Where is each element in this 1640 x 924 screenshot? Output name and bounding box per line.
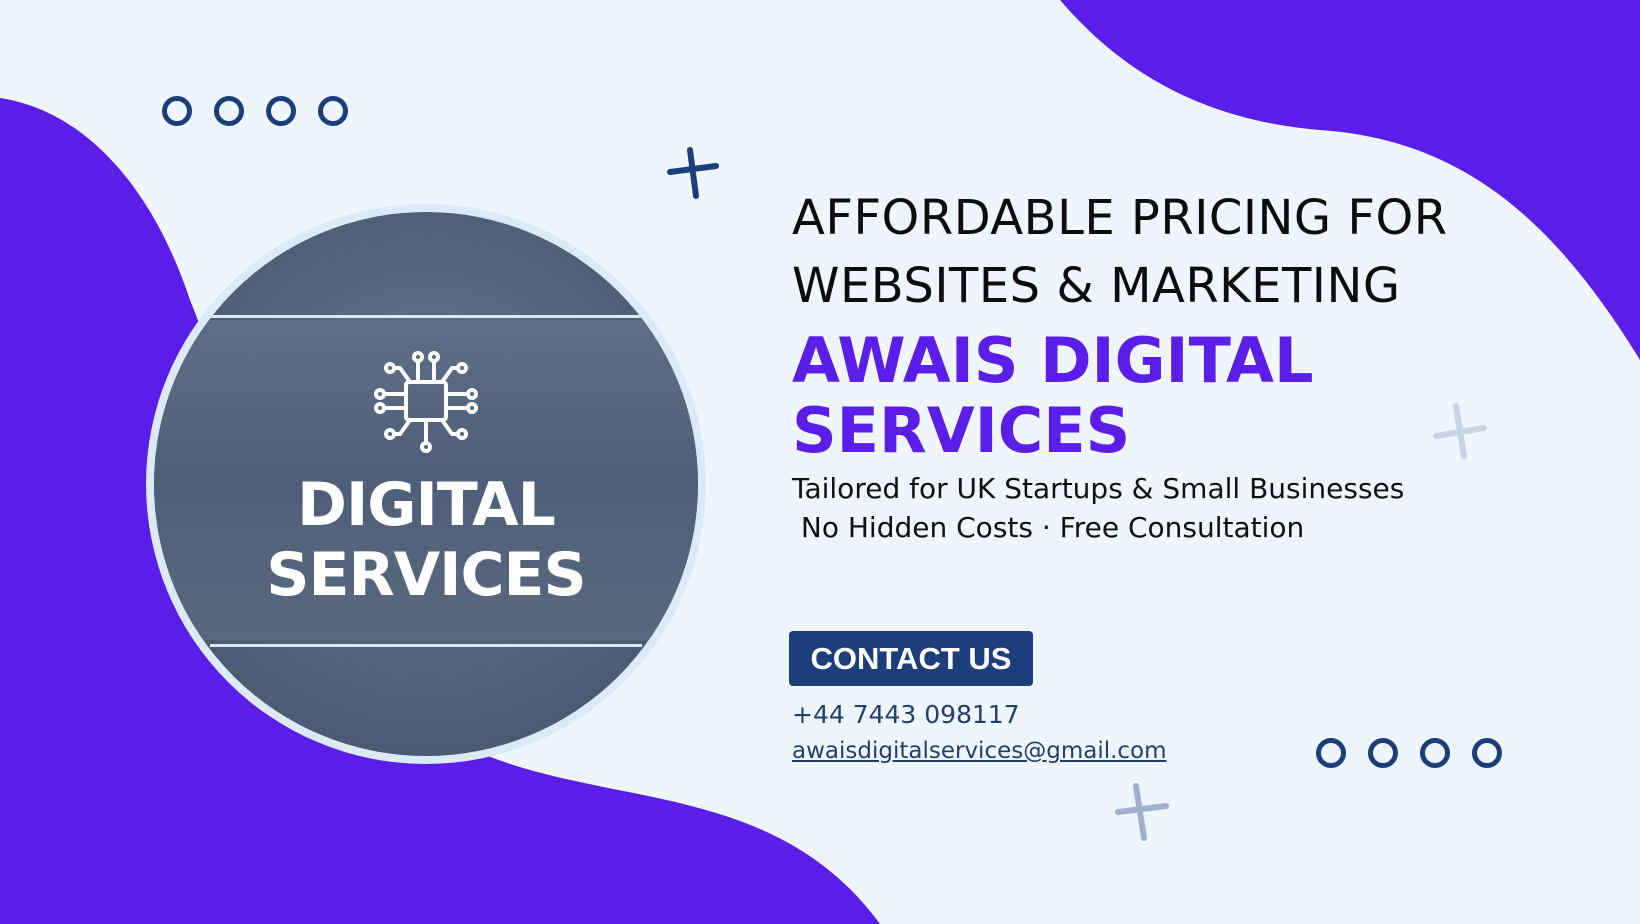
- decorative-dots-top: [162, 96, 348, 126]
- email-link[interactable]: awaisdigitalservices@gmail.com: [792, 738, 1167, 764]
- headline-line-2: WEBSITES & MARKETING: [792, 258, 1401, 314]
- contact-us-button[interactable]: CONTACT US: [789, 631, 1033, 686]
- brand-line-1: AWAIS DIGITAL: [792, 324, 1314, 397]
- ring-dot-icon: [1316, 738, 1346, 768]
- digital-services-image: DIGITAL SERVICES: [154, 212, 698, 756]
- headline-line-1: AFFORDABLE PRICING FOR: [792, 190, 1448, 246]
- ring-dot-icon: [318, 96, 348, 126]
- tagline-line-1: Tailored for UK Startups & Small Busines…: [792, 472, 1405, 505]
- circuit-chip-icon: [374, 351, 478, 453]
- tagline-line-2: No Hidden Costs · Free Consultation: [792, 511, 1305, 544]
- brand-line-2: SERVICES: [792, 394, 1131, 467]
- decorative-dots-bottom: [1316, 738, 1502, 768]
- logo-circle: DIGITAL SERVICES: [146, 204, 706, 764]
- ring-dot-icon: [1368, 738, 1398, 768]
- ring-dot-icon: [1420, 738, 1450, 768]
- divider-bottom: [210, 644, 642, 647]
- cross-decoration-icon: [667, 147, 719, 199]
- logo-text-digital: DIGITAL: [297, 470, 556, 540]
- logo-text-services: SERVICES: [266, 540, 586, 610]
- divider-top: [210, 315, 642, 318]
- phone-number[interactable]: +44 7443 098117: [792, 700, 1020, 729]
- ring-dot-icon: [1472, 738, 1502, 768]
- brand-name: AWAIS DIGITAL SERVICES: [792, 326, 1552, 466]
- headline: AFFORDABLE PRICING FOR WEBSITES & MARKET…: [792, 184, 1612, 320]
- ring-dot-icon: [266, 96, 296, 126]
- ring-dot-icon: [162, 96, 192, 126]
- ring-dot-icon: [214, 96, 244, 126]
- cross-decoration-icon: [1115, 783, 1169, 841]
